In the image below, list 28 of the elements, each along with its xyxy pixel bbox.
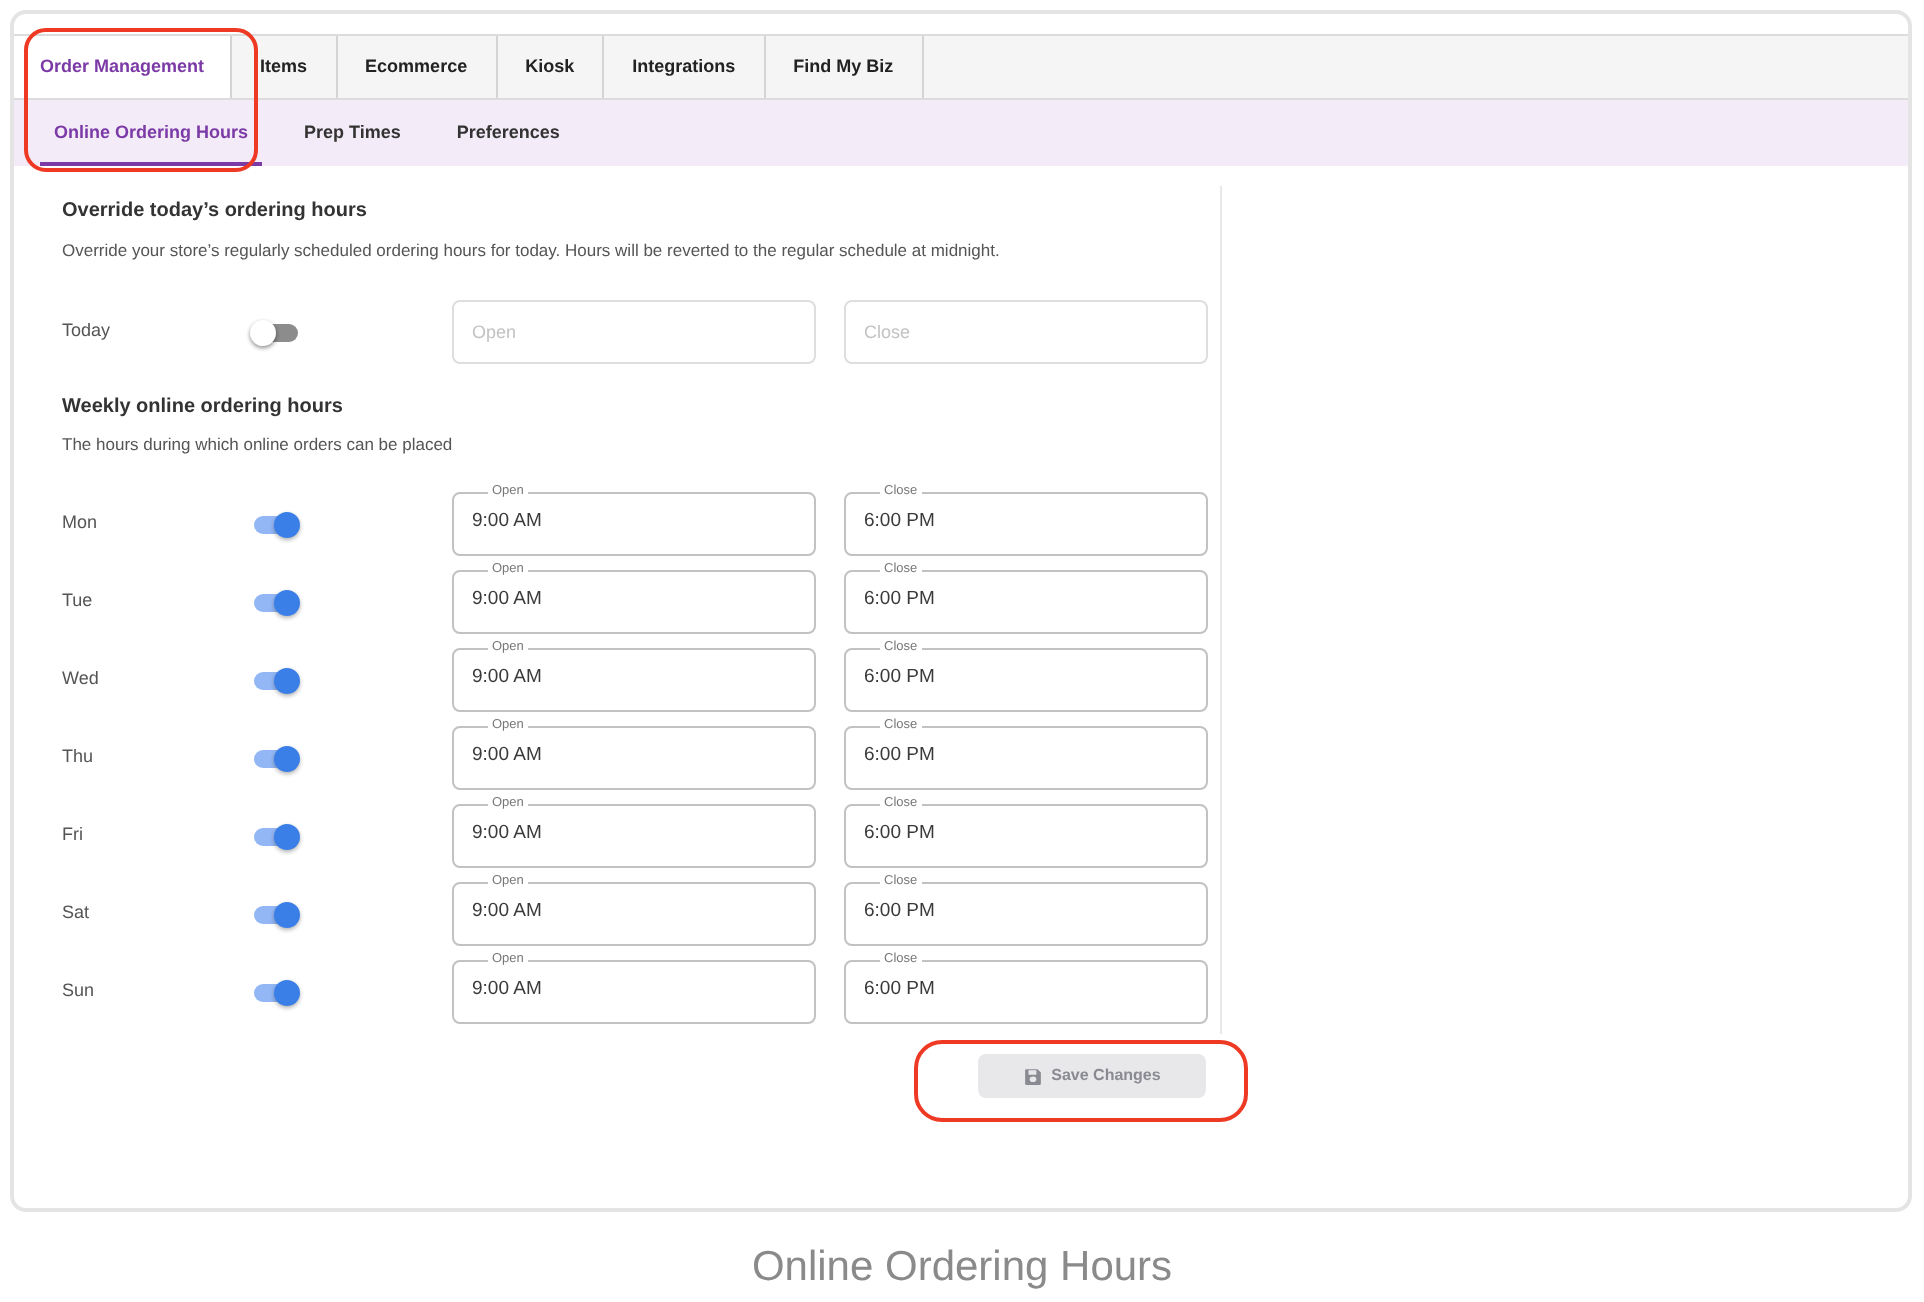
section-description: Override your store’s regularly scheduled ordering hours for today. Hours will be reverted to the regular schedule at midnight. (62, 240, 1002, 262)
subtab[interactable]: Online Ordering Hours (40, 100, 263, 166)
toggle-switch[interactable] (250, 319, 300, 345)
day-label: Tue (62, 588, 95, 615)
toggle-switch[interactable] (250, 979, 300, 1005)
day-label: Sat (62, 900, 92, 927)
toggle-switch[interactable] (250, 745, 300, 771)
day-label: Mon (62, 510, 100, 537)
day-label: Fri (62, 822, 85, 849)
section-title: Weekly online ordering hours (62, 396, 345, 420)
open-time-field[interactable]: Open (452, 300, 816, 364)
section-description: The hours during which online orders can be placed (62, 434, 455, 456)
figure-caption: Online Ordering Hours (749, 1244, 1175, 1292)
toggle-switch[interactable] (250, 511, 300, 537)
tab[interactable]: Order Management (14, 36, 233, 98)
section-title: Override today’s ordering hours (62, 200, 369, 224)
day-label: Thu (62, 744, 96, 771)
save-icon (1023, 1067, 1042, 1085)
subtab[interactable]: Preferences (442, 100, 574, 166)
day-label: Today (62, 318, 113, 345)
toggle-switch[interactable] (250, 589, 300, 615)
subtab[interactable]: Prep Times (290, 100, 415, 166)
day-label: Sun (62, 978, 97, 1005)
close-time-field[interactable]: Close (844, 300, 1208, 364)
toggle-switch[interactable] (250, 823, 300, 849)
toggle-switch[interactable] (250, 667, 300, 693)
day-label: Wed (62, 666, 101, 693)
toggle-switch[interactable] (250, 901, 300, 927)
